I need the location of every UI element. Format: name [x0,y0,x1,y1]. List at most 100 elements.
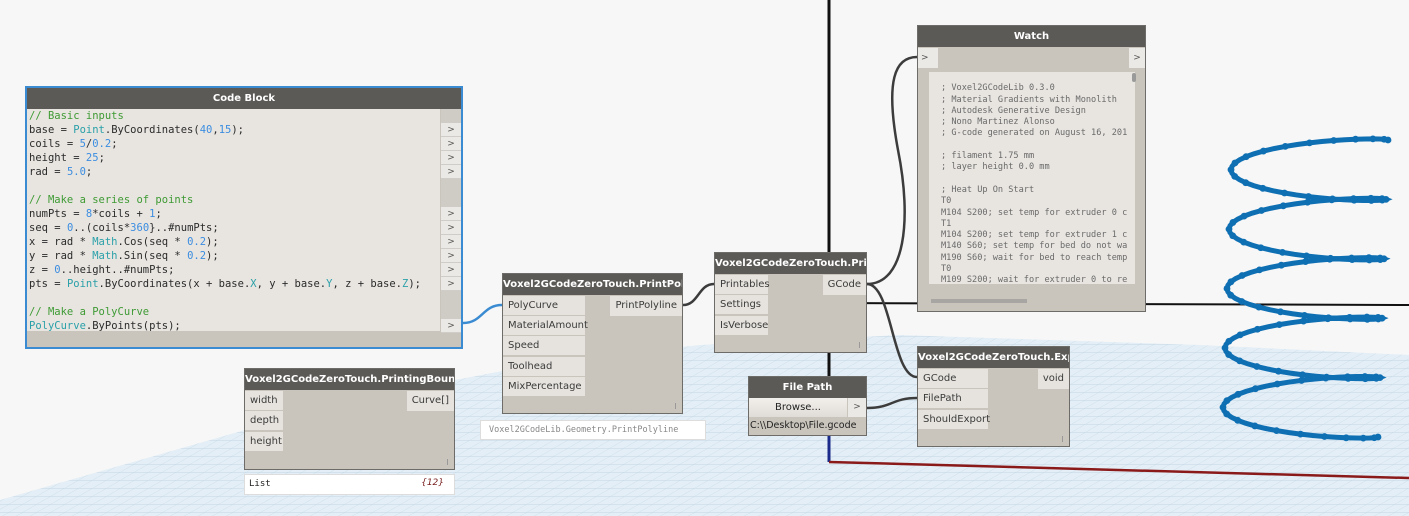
watch-node[interactable]: Watch > > ; Voxel2GCodeLib 0.3.0; Materi… [917,25,1146,312]
helix-point [1231,159,1239,167]
watch-output-port[interactable]: > [1129,48,1145,68]
helix-point [1238,272,1246,279]
input-port-polycurve[interactable]: PolyCurve [503,296,585,316]
helix-point [1227,291,1235,299]
input-port-is-verbose[interactable]: IsVerbose [715,316,768,336]
code-output-port[interactable]: > [441,151,461,165]
code-output-port[interactable]: > [441,277,461,291]
helix-point [1259,184,1267,192]
input-port-settings[interactable]: Settings [715,295,768,315]
file-path-value: C:\\Desktop\File.gcode [750,420,857,431]
watch-line: ; Autodesk Generative Design [941,105,1086,116]
output-port-void[interactable]: void [1037,369,1069,389]
code-port-spacer [441,179,461,193]
watch-line: M140 S60; set temp for bed do not wa [941,241,1128,252]
input-port-file-path[interactable]: FilePath [918,389,988,409]
helix-point [1231,172,1239,180]
input-port-mix-percentage[interactable]: MixPercentage [503,377,585,397]
code-output-port[interactable]: > [441,263,461,277]
code-output-port[interactable]: > [441,123,461,137]
input-port-material-amount[interactable]: MaterialAmount [503,316,588,336]
output-port-print-polyline[interactable]: PrintPolyline [610,296,682,316]
code-line[interactable]: // Make a PolyCurve [27,305,440,319]
input-port-toolhead[interactable]: Toolhead [503,357,585,377]
file-path-output-port[interactable]: > [848,398,866,417]
code-output-port[interactable]: > [441,207,461,221]
helix-point [1252,385,1259,393]
helix-point [1361,375,1369,383]
input-port-height[interactable]: height [245,432,283,452]
code-line[interactable]: rad = 5.0; [27,165,440,179]
print-polyline-node[interactable]: Voxel2GCodeZeroTouch.PrintPolyline PolyC… [502,273,683,414]
watch-output-text[interactable]: ; Voxel2GCodeLib 0.3.0; Material Gradien… [929,72,1135,284]
resize-handle[interactable] [859,342,860,348]
browse-button[interactable]: Browse... [749,398,847,417]
code-token: // Make a series of points [29,194,194,206]
code-line[interactable]: coils = 5/0.2; [27,137,440,151]
code-output-port[interactable]: > [441,221,461,235]
helix-point [1279,248,1286,256]
file-path-node[interactable]: File Path Browse... > C:\\Desktop\File.g… [748,376,867,436]
code-line[interactable]: pts = Point.ByCoordinates(x + base.X, y … [27,277,440,291]
helix-point [1303,252,1310,260]
output-port-gcode[interactable]: GCode [822,275,866,295]
wire-gcode-to-watch[interactable] [866,55,918,286]
wire-printpolyline-to-printables[interactable] [682,282,715,307]
code-token: 15 [218,124,232,136]
input-port-depth[interactable]: depth [245,411,283,431]
helix-point [1236,357,1244,365]
code-line[interactable] [27,291,440,305]
code-port-spacer [441,109,461,123]
code-output-port[interactable]: > [441,249,461,263]
watch-vertical-scrollbar[interactable] [1132,73,1136,82]
input-port-width[interactable]: width [245,391,283,411]
helix-point [1234,390,1242,398]
printing-boundaries-preview[interactable]: List {12} [244,474,455,495]
wire-codeblock-to-polycurve[interactable] [462,303,503,325]
resize-handle[interactable] [675,403,676,409]
printer-node[interactable]: Voxel2GCodeZeroTouch.Printer Printables … [714,252,867,353]
code-output-port[interactable]: > [441,319,461,333]
code-block-node[interactable]: Code Block // Basic inputs base = Point.B… [25,86,463,349]
code-line[interactable]: z = 0..height..#numPts; [27,263,440,277]
code-block-title: Code Block [27,88,461,109]
resize-handle[interactable] [1062,436,1063,442]
code-line[interactable]: y = rad * Math.Sin(seq * 0.2); [27,249,440,263]
code-line[interactable]: seq = 0..(coils*360}..#numPts; [27,221,440,235]
code-line[interactable]: height = 25; [27,151,440,165]
export-node[interactable]: Voxel2GCodeZeroTouch.Export GCode FilePa… [917,346,1070,447]
helix-point [1306,139,1313,147]
code-line[interactable]: // Basic inputs [27,109,440,123]
code-line[interactable]: numPts = 8*coils + 1; [27,207,440,221]
resize-handle[interactable] [447,459,448,465]
printing-boundaries-node[interactable]: Voxel2GCodeZeroTouch.PrintingBoundaries … [244,368,455,470]
code-output-port[interactable]: > [441,165,461,179]
file-path-title: File Path [749,377,866,398]
helix-point [1242,153,1250,161]
input-port-printables[interactable]: Printables [715,275,770,295]
watch-line: T1 [941,218,952,229]
output-port-curves[interactable]: Curve[] [406,391,454,411]
code-line[interactable]: x = rad * Math.Cos(seq * 0.2); [27,235,440,249]
watch-horizontal-scrollbar[interactable] [931,299,1027,303]
code-port-spacer [441,193,461,207]
helix-point [1238,298,1246,305]
code-output-port[interactable]: > [441,235,461,249]
code-line[interactable] [27,179,440,193]
code-token: *coils + [92,208,150,220]
helix-point [1227,166,1235,174]
print-polyline-preview[interactable]: Voxel2GCodeLib.Geometry.PrintPolyline [480,420,706,440]
code-editor[interactable]: // Basic inputs base = Point.ByCoordinate… [27,109,440,333]
helix-point [1223,285,1231,292]
input-port-should-export[interactable]: ShouldExport [918,410,990,430]
helix-point [1273,380,1281,388]
input-port-gcode[interactable]: GCode [918,369,988,389]
watch-input-port[interactable]: > [918,48,938,68]
helix-point [1305,193,1312,200]
code-line[interactable]: base = Point.ByCoordinates(40,15); [27,123,440,137]
helix-point [1225,351,1233,358]
code-line[interactable]: PolyCurve.ByPoints(pts); [27,319,440,333]
code-output-port[interactable]: > [441,137,461,151]
code-line[interactable]: // Make a series of points [27,193,440,207]
input-port-speed[interactable]: Speed [503,336,585,356]
